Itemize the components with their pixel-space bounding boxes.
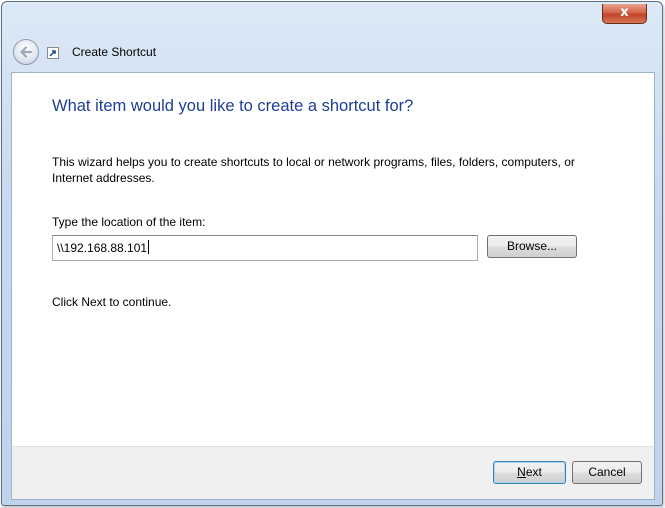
window-title: Create Shortcut: [72, 45, 157, 59]
close-button[interactable]: x: [602, 4, 647, 24]
text-caret: [148, 240, 150, 254]
wizard-content: What item would you like to create a sho…: [11, 72, 655, 447]
location-value: \\192.168.88.101: [57, 241, 148, 255]
next-label-post: ext: [525, 465, 542, 479]
shortcut-icon: [47, 47, 59, 59]
cancel-button[interactable]: Cancel: [572, 461, 642, 484]
browse-button[interactable]: Browse...: [487, 235, 577, 258]
wizard-description: This wizard helps you to create shortcut…: [52, 155, 575, 185]
back-arrow-icon: [20, 46, 33, 58]
back-button[interactable]: [13, 39, 39, 65]
continue-instruction: Click Next to continue.: [52, 295, 172, 309]
wizard-heading: What item would you like to create a sho…: [52, 97, 414, 115]
wizard-footer: Next Cancel: [11, 446, 655, 500]
location-label: Type the location of the item:: [52, 215, 206, 229]
create-shortcut-window: x Create Shortcut What item would you li…: [1, 1, 663, 506]
location-input[interactable]: \\192.168.88.101: [52, 235, 478, 261]
next-label-mnemonic: N: [517, 465, 526, 479]
next-button[interactable]: Next: [493, 461, 566, 484]
